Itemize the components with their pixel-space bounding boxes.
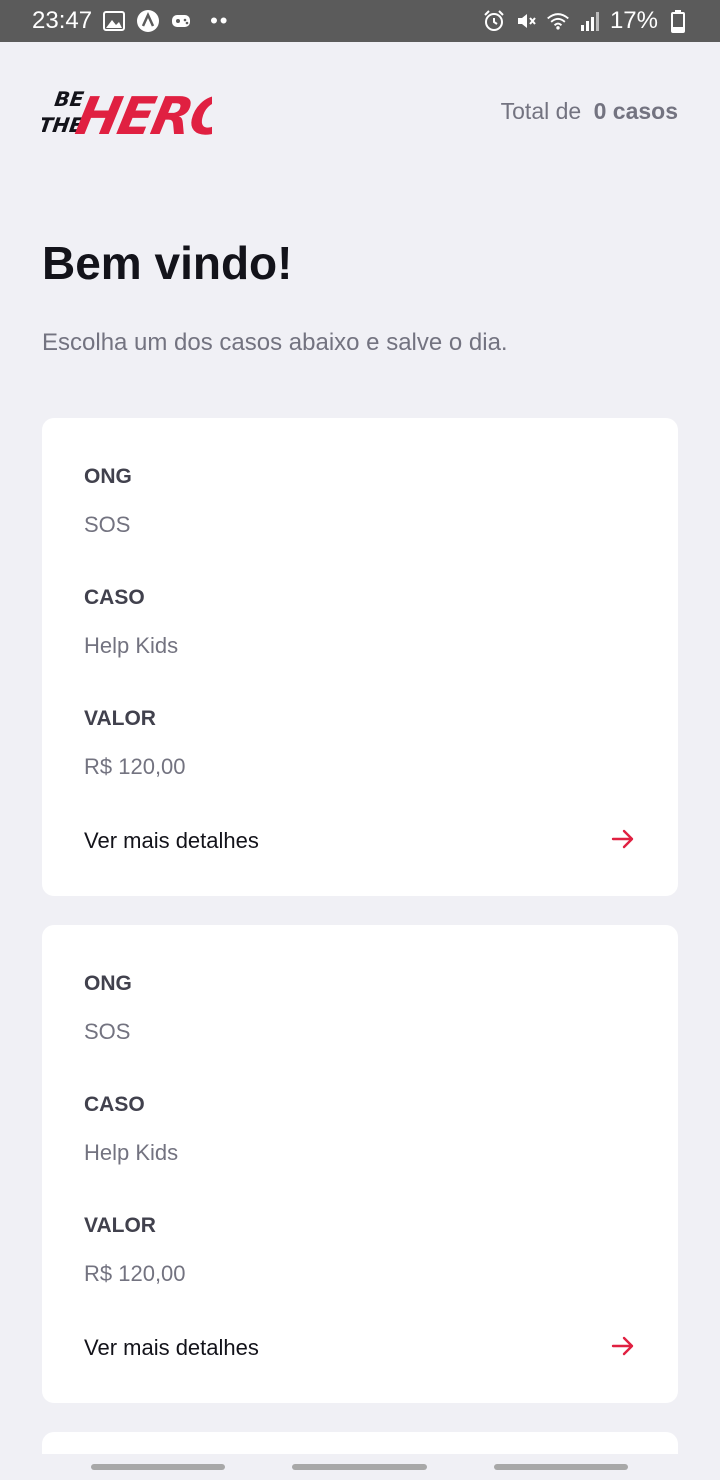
page-subtitle: Escolha um dos casos abaixo e salve o di… [42,329,508,356]
value-label: VALOR [84,707,156,730]
details-link[interactable]: Ver mais detalhes [84,828,259,854]
value-label: VALOR [84,1214,156,1237]
ong-value: SOS [84,1019,131,1044]
nav-back-button[interactable] [494,1464,628,1470]
a-circle-icon [136,9,160,33]
ong-label: ONG [84,465,132,488]
case-value: Help Kids [84,633,179,658]
alarm-icon [482,9,506,33]
nav-home-button[interactable] [292,1464,427,1470]
incident-card: ONG SOS CASO Help Kids VALOR R$ 120,00 V… [42,418,678,896]
ong-label: ONG [84,972,132,995]
nav-recents-button[interactable] [91,1464,225,1470]
be-the-hero-logo: BE THE HERO [42,87,212,147]
status-bar: 23:47 •• 17% [0,0,720,42]
image-icon [102,9,126,33]
total-count: 0 casos [593,98,678,124]
details-link[interactable]: Ver mais detalhes [84,1335,259,1361]
value-amount: R$ 120,00 [84,1261,186,1286]
system-nav-bar [0,1454,720,1480]
signal-icon [578,9,602,33]
case-label: CASO [84,1093,145,1116]
more-dots-icon: •• [210,8,230,33]
case-value: Help Kids [84,1140,179,1165]
wifi-icon [546,9,570,33]
header: BE THE HERO Total de 0 casos [42,76,678,152]
game-icon [170,9,194,33]
page-title: Bem vindo! [42,237,293,289]
incidents-screen: BE THE HERO Total de 0 casos Bem vindo! … [0,42,720,1480]
arrow-right-icon[interactable] [610,1333,636,1359]
total-prefix: Total de [500,98,582,124]
arrow-right-icon[interactable] [610,826,636,852]
mute-icon [514,9,538,33]
battery-percentage: 17% [609,7,658,34]
case-label: CASO [84,586,145,609]
ong-value: SOS [84,512,131,537]
incident-card: ONG SOS CASO Help Kids VALOR R$ 120,00 V… [42,925,678,1403]
status-time: 23:47 [32,7,93,34]
total-cases: Total de 0 casos [501,98,678,125]
value-amount: R$ 120,00 [84,754,186,779]
logo-hero: HERO [71,87,212,147]
battery-icon [666,9,690,33]
